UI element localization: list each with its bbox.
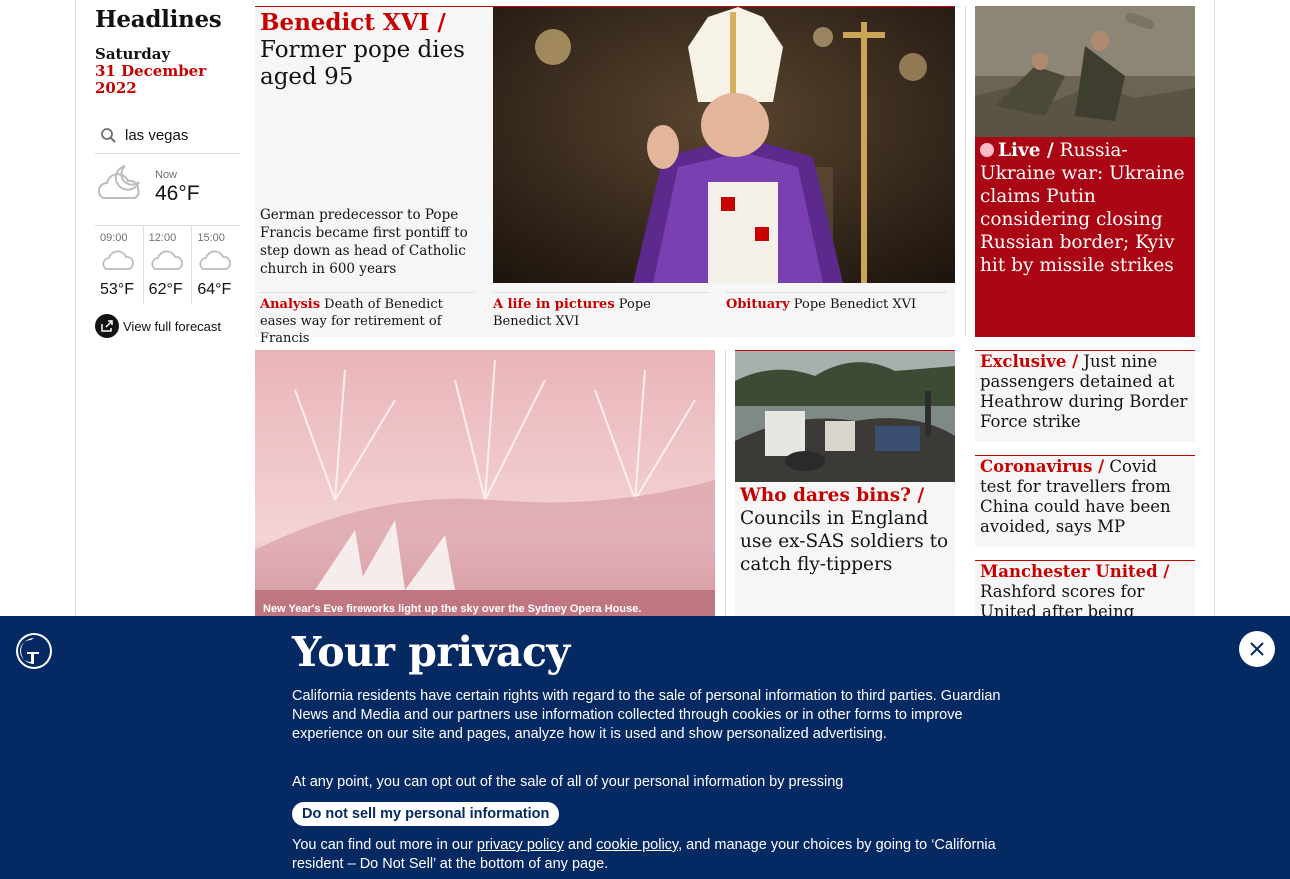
view-full-forecast-link[interactable]: View full forecast xyxy=(95,314,240,338)
story-card-coronavirus[interactable]: Coronavirus / Covid test for travellers … xyxy=(975,455,1195,547)
guardian-logo-icon xyxy=(16,633,52,669)
sublink-analysis[interactable]: Analysis Death of Benedict eases way for… xyxy=(260,292,475,347)
close-icon xyxy=(1250,642,1264,656)
sublink-obituary[interactable]: Obituary Pope Benedict XVI xyxy=(726,292,946,313)
cloud-icon xyxy=(102,250,134,270)
search-icon xyxy=(101,127,116,143)
bins-kicker: Who dares bins? / xyxy=(740,485,925,506)
fly-tipping-image[interactable] xyxy=(735,351,955,482)
column-divider xyxy=(965,6,966,337)
live-kicker: Live / xyxy=(998,140,1054,161)
section-title: Headlines xyxy=(95,6,222,33)
forecast-time: 15:00 xyxy=(197,232,225,244)
forecast-item: 12:00 62°F xyxy=(144,226,193,304)
bins-story-card[interactable]: Who dares bins? / Councils in England us… xyxy=(735,350,955,620)
fireworks-image[interactable]: New Year's Eve fireworks light up the sk… xyxy=(255,350,715,620)
privacy-para-3: You can find out more in our privacy pol… xyxy=(292,836,1002,874)
lead-standfirst: German predecessor to Pope Francis becam… xyxy=(260,207,468,277)
story-card-exclusive[interactable]: Exclusive / Just nine passengers detaine… xyxy=(975,350,1195,442)
bins-title: Councils in England use ex-SAS soldiers … xyxy=(740,508,949,575)
para3-start: You can find out more in our xyxy=(292,837,477,853)
sublink-kicker: Analysis xyxy=(260,297,321,312)
privacy-title: Your privacy xyxy=(292,628,570,676)
privacy-para-1: California residents have certain rights… xyxy=(292,688,1001,742)
cookie-policy-link[interactable]: cookie policy xyxy=(596,837,678,853)
sublink-text: Pope Benedict XVI xyxy=(793,297,917,312)
cloud-icon xyxy=(199,250,232,270)
lead-title: Former pope dies aged 95 xyxy=(260,37,465,90)
forecast-temp: 64°F xyxy=(197,281,232,298)
location-search[interactable]: las vegas xyxy=(95,118,240,154)
date-day: Saturday xyxy=(95,45,171,63)
external-link-icon xyxy=(95,314,119,338)
live-headline[interactable]: Live / Russia-Ukraine war: Ukraine claim… xyxy=(980,139,1190,277)
card-kicker: Manchester United / xyxy=(980,562,1170,581)
cloud-icon xyxy=(151,250,183,270)
forecast-time: 12:00 xyxy=(148,232,177,244)
privacy-policy-link[interactable]: privacy policy xyxy=(477,837,564,853)
live-story-card[interactable]: Live / Russia-Ukraine war: Ukraine claim… xyxy=(975,6,1195,337)
artillery-image[interactable] xyxy=(975,6,1195,137)
card-kicker: Coronavirus / xyxy=(980,457,1105,476)
column-divider xyxy=(725,350,726,620)
do-not-sell-button[interactable]: Do not sell my personal information xyxy=(292,802,560,826)
privacy-para-2: At any point, you can opt out of the sal… xyxy=(292,774,844,790)
close-button[interactable] xyxy=(1239,631,1275,667)
forecast-item: 09:00 53°F xyxy=(95,226,144,304)
now-temperature: 46°F xyxy=(155,182,200,205)
weather-widget: las vegas Now 46°F 09:00 53°F 12:00 62°F… xyxy=(95,118,240,338)
hourly-forecast: 09:00 53°F 12:00 62°F 15:00 64°F xyxy=(95,226,240,304)
para3-and: and xyxy=(563,837,597,853)
pope-image[interactable] xyxy=(493,7,955,283)
location-input[interactable]: las vegas xyxy=(125,127,188,144)
cloudy-night-icon xyxy=(97,165,140,199)
date-full: 31 December 2022 xyxy=(95,62,207,97)
privacy-banner: Your privacy California residents have c… xyxy=(0,616,1290,879)
full-forecast-label: View full forecast xyxy=(123,318,222,334)
forecast-temp: 53°F xyxy=(100,281,134,298)
bins-headline[interactable]: Who dares bins? / Councils in England us… xyxy=(740,484,952,576)
card-kicker: Exclusive / xyxy=(980,352,1079,371)
live-dot-icon xyxy=(980,143,994,157)
forecast-temp: 62°F xyxy=(148,281,183,298)
image-caption: New Year's Eve fireworks light up the sk… xyxy=(263,603,642,615)
sublink-kicker: A life in pictures xyxy=(493,297,615,312)
now-label: Now xyxy=(155,169,178,181)
headlines-section: Headlines Saturday 31 December 2022 xyxy=(95,6,240,97)
sublink-gallery[interactable]: A life in pictures Pope Benedict XVI xyxy=(493,292,708,330)
lead-headline[interactable]: Benedict XVI / Former pope dies aged 95 xyxy=(260,9,488,91)
weather-now: Now 46°F xyxy=(95,154,240,226)
sublink-kicker: Obituary xyxy=(726,297,790,312)
forecast-item: 15:00 64°F xyxy=(192,226,240,304)
lead-kicker: Benedict XVI / xyxy=(260,9,446,36)
lead-story[interactable]: Benedict XVI / Former pope dies aged 95 xyxy=(255,6,955,346)
forecast-time: 09:00 xyxy=(100,232,128,244)
